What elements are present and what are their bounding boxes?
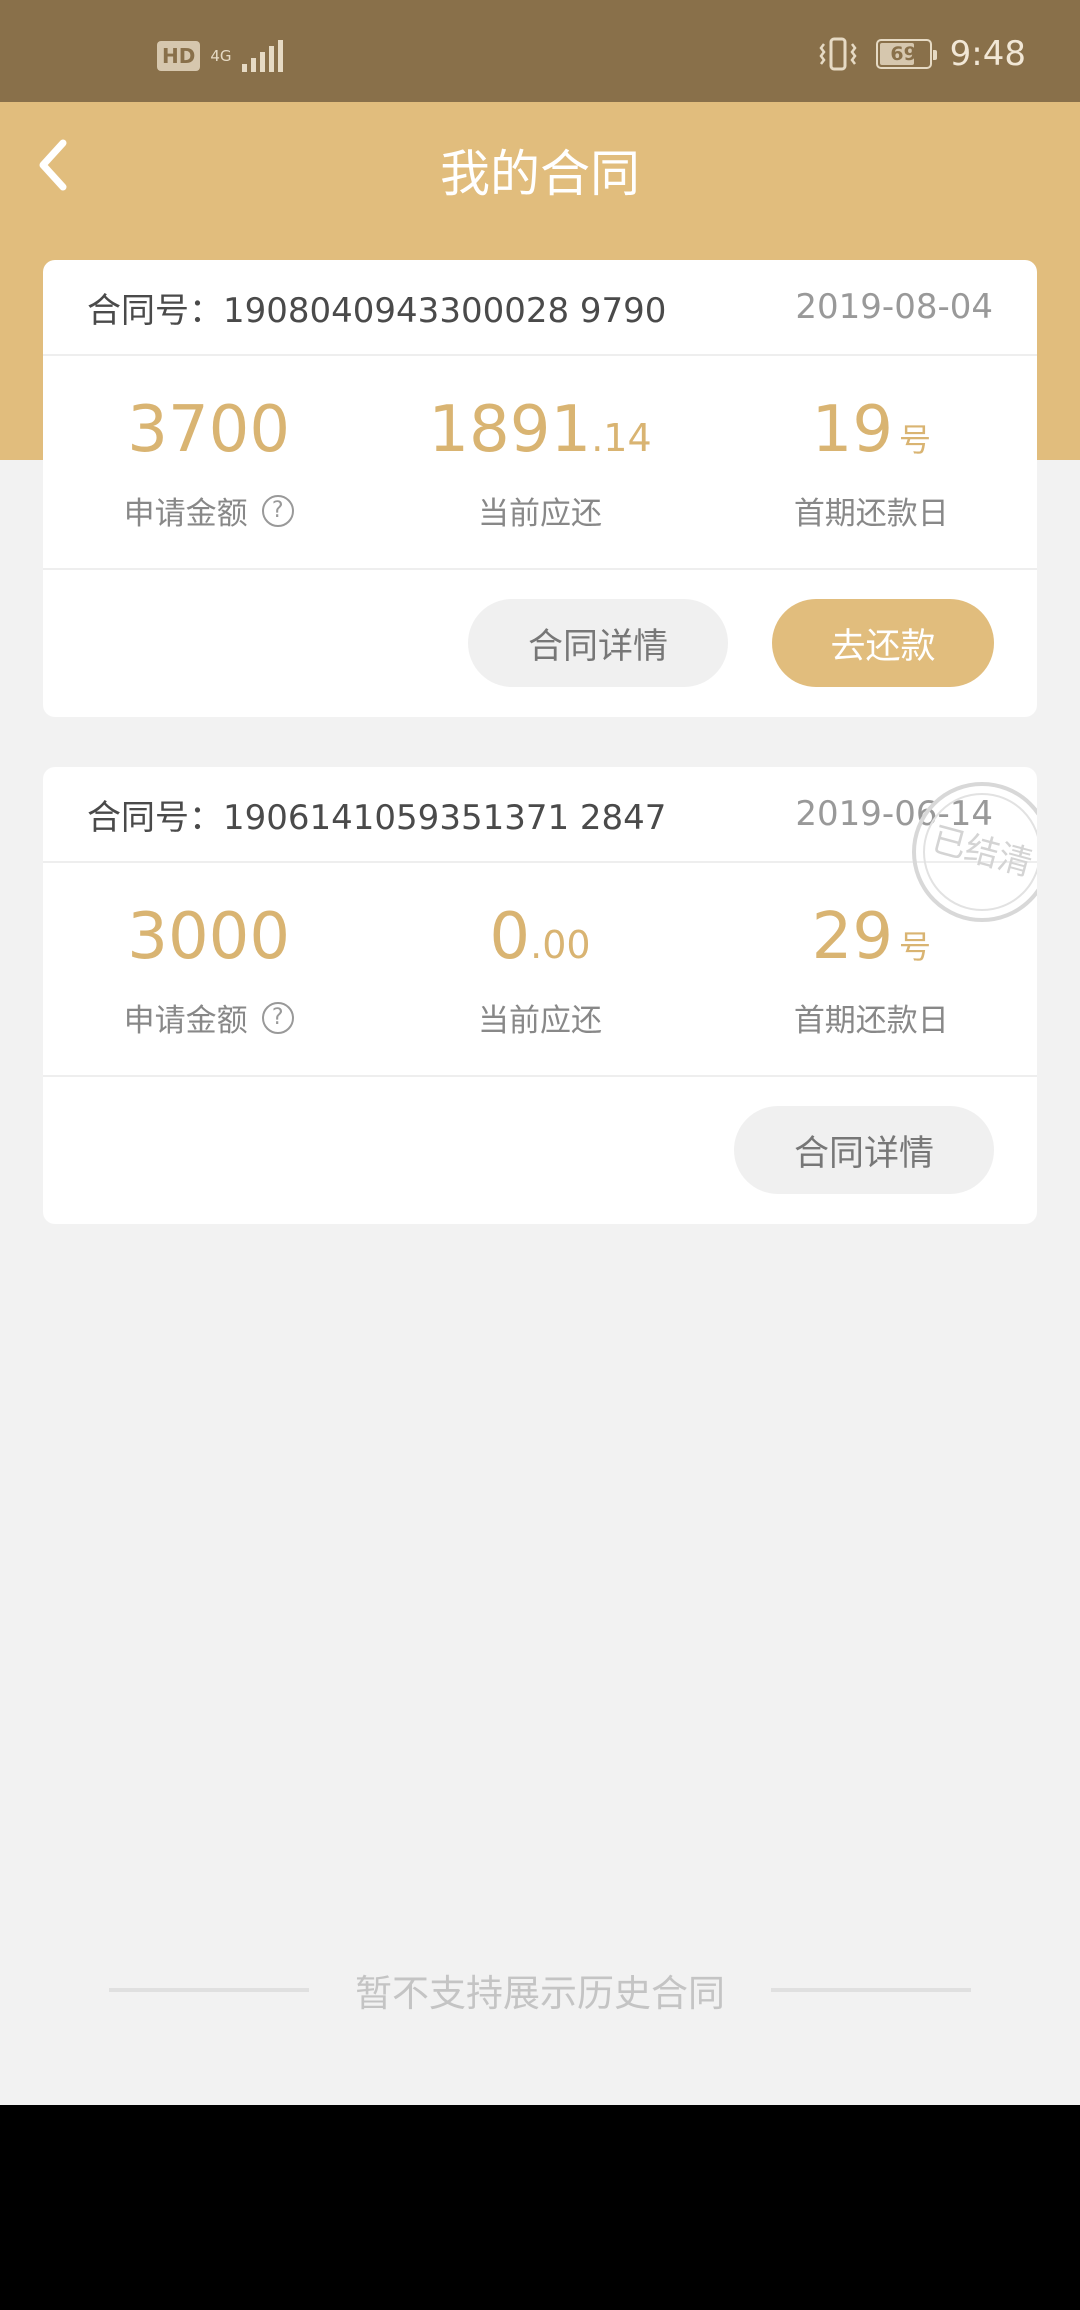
current-due-integer: 1891 bbox=[428, 393, 592, 467]
contract-date: 2019-08-04 bbox=[795, 287, 993, 327]
contract-card: 合同号：1908040943300028 9790 2019-08-04 370… bbox=[43, 260, 1037, 717]
contract-number: 合同号：1906141059351371 2847 bbox=[87, 797, 667, 838]
current-due-label: 当前应还 bbox=[477, 1003, 602, 1039]
divider-left bbox=[109, 1988, 309, 1992]
apply-amount-value: 3000 bbox=[127, 900, 291, 974]
contract-number: 合同号：1908040943300028 9790 bbox=[87, 290, 667, 331]
first-repay-day-value: 29 bbox=[811, 900, 894, 974]
stamp-text: 已结清 bbox=[928, 819, 1037, 884]
stat-current-due: 1891.14 当前应还 bbox=[374, 356, 705, 568]
apply-amount-label: 申请金额 bbox=[123, 496, 248, 532]
current-due-integer: 0 bbox=[489, 900, 531, 974]
repay-button[interactable]: 去还款 bbox=[772, 599, 994, 687]
settled-stamp: 已结清 bbox=[912, 782, 1037, 922]
first-repay-day-label: 首期还款日 bbox=[793, 1003, 949, 1039]
battery-level: 69 bbox=[890, 43, 917, 65]
hd-badge: HD bbox=[157, 41, 201, 71]
system-nav-area bbox=[0, 2105, 1080, 2310]
apply-amount-value: 3700 bbox=[127, 393, 291, 467]
apply-amount-label: 申请金额 bbox=[123, 1003, 248, 1039]
network-type: 4G bbox=[210, 47, 232, 65]
current-due-label: 当前应还 bbox=[477, 496, 602, 532]
first-repay-day-value: 19 bbox=[811, 393, 894, 467]
page-title: 我的合同 bbox=[440, 145, 640, 203]
divider-right bbox=[771, 1988, 971, 1992]
first-repay-day-suffix: 号 bbox=[899, 928, 932, 966]
screen: HD 4G 69 9:48 我的合同 合同号：1908040943300028 … bbox=[0, 0, 1080, 2310]
first-repay-day-label: 首期还款日 bbox=[793, 496, 949, 532]
contract-stats: 3700 申请金额 ? 1891.14 当前应还 19 号 首期还款日 bbox=[43, 356, 1037, 570]
current-due-decimal: .14 bbox=[591, 416, 652, 460]
contract-detail-button[interactable]: 合同详情 bbox=[734, 1106, 994, 1194]
contract-actions: 合同详情 bbox=[43, 1077, 1037, 1223]
first-repay-day-suffix: 号 bbox=[899, 421, 932, 459]
signal-icon bbox=[241, 40, 283, 72]
contract-card: 合同号：1906141059351371 2847 2019-06-14 已结清… bbox=[43, 767, 1037, 1224]
contract-detail-button[interactable]: 合同详情 bbox=[468, 599, 728, 687]
contract-stats: 3000 申请金额 ? 0.00 当前应还 29 号 首期还款日 bbox=[43, 863, 1037, 1077]
contract-actions: 合同详情 去还款 bbox=[43, 570, 1037, 716]
history-note-text: 暂不支持展示历史合同 bbox=[355, 1972, 725, 2015]
battery-icon: 69 bbox=[875, 39, 937, 69]
stat-apply-amount: 3700 申请金额 ? bbox=[43, 356, 374, 568]
stat-apply-amount: 3000 申请金额 ? bbox=[43, 863, 374, 1075]
history-note: 暂不支持展示历史合同 bbox=[0, 1965, 1080, 2015]
stat-first-repay-day: 19 号 首期还款日 bbox=[706, 356, 1037, 568]
question-icon[interactable]: ? bbox=[261, 1001, 294, 1034]
status-right: 69 9:48 bbox=[818, 34, 1026, 74]
stat-current-due: 0.00 当前应还 bbox=[374, 863, 705, 1075]
question-icon[interactable]: ? bbox=[261, 494, 294, 527]
contract-card-header: 合同号：1906141059351371 2847 2019-06-14 bbox=[43, 767, 1037, 863]
clock: 9:48 bbox=[949, 34, 1026, 74]
contract-card-header: 合同号：1908040943300028 9790 2019-08-04 bbox=[43, 260, 1037, 356]
vibrate-icon bbox=[819, 37, 857, 71]
status-bar: HD 4G 69 9:48 bbox=[0, 0, 1080, 102]
current-due-decimal: .00 bbox=[530, 923, 591, 967]
status-left: HD 4G bbox=[157, 40, 283, 72]
